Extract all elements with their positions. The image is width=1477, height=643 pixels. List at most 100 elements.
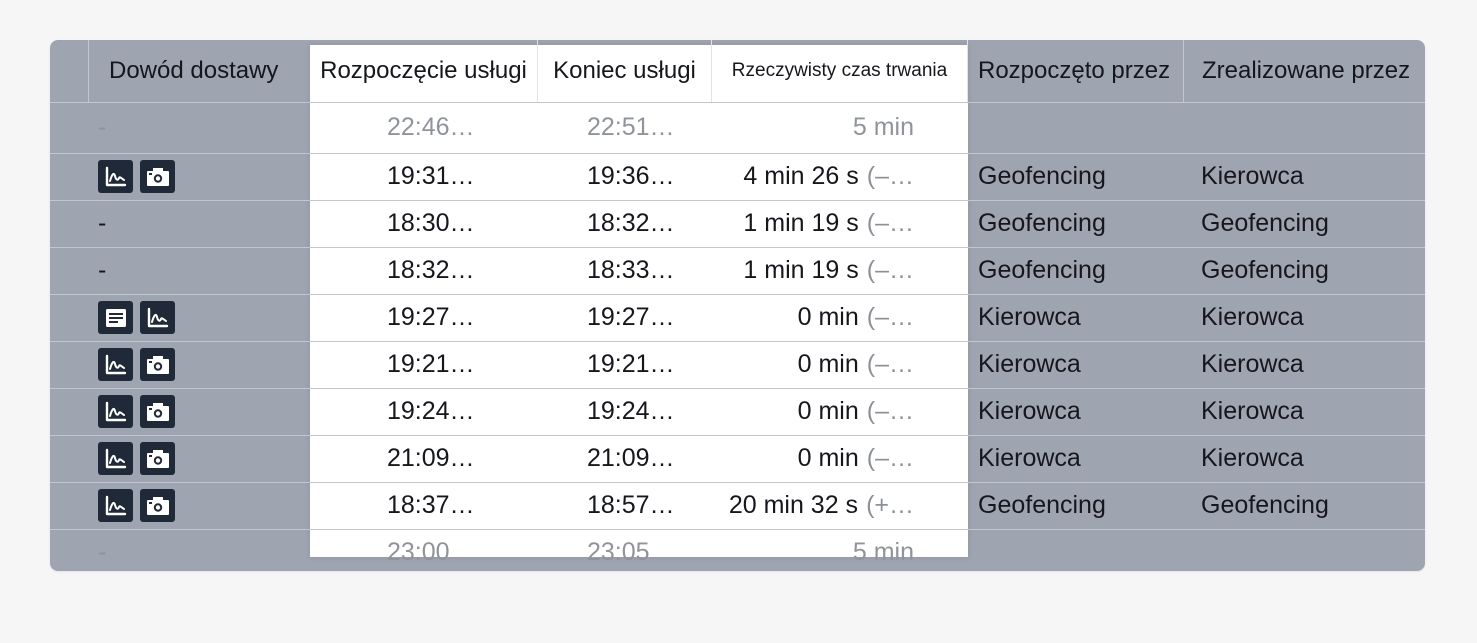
proof-icons: [98, 395, 175, 428]
camera-icon[interactable]: [140, 348, 175, 381]
service-start-cell: 21:09…: [387, 444, 475, 472]
table-row[interactable]: 19:27… 19:27… 0 min (–… Kierowca Kierowca: [50, 294, 1425, 342]
proof-icons: [98, 442, 175, 475]
completed-by-cell: Kierowca: [1201, 303, 1304, 331]
proof-empty-dash: -: [98, 209, 107, 237]
duration-cell: 1 min 19 s (–…: [712, 247, 968, 294]
duration-cell: 0 min (–…: [712, 294, 968, 341]
signature-icon[interactable]: [140, 301, 175, 334]
duration-value: 1 min 19 s: [743, 209, 859, 237]
duration-delta: (–…: [866, 209, 914, 237]
completed-by-cell: Geofencing: [1201, 209, 1329, 237]
started-by-cell: [968, 529, 1183, 571]
duration-cell: 5 min: [712, 102, 968, 153]
duration-cell: 4 min 26 s (–…: [712, 153, 968, 200]
table-row[interactable]: 19:31… 19:36… 4 min 26 s (–… Geofencing Kiero…: [50, 153, 1425, 201]
completed-by-cell: Kierowca: [1201, 350, 1304, 378]
column-header-end[interactable]: Koniec usługi: [538, 40, 712, 102]
duration-delta: (–…: [866, 350, 914, 378]
signature-icon[interactable]: [98, 395, 133, 428]
table-row[interactable]: 18:37… 18:57… 20 min 32 s (+… Geofencing Geof…: [50, 482, 1425, 530]
duration-cell: 1 min 19 s (–…: [712, 200, 968, 247]
completed-by-cell: Geofencing: [1201, 491, 1329, 519]
duration-value: 1 min 19 s: [743, 256, 859, 284]
proof-icons: [98, 160, 175, 193]
note-icon[interactable]: [98, 301, 133, 334]
table-row[interactable]: - 18:32… 18:33… 1 min 19 s (–… Geofencing Geof…: [50, 247, 1425, 295]
duration-value: 5 min: [852, 538, 914, 566]
completed-by-cell: [1183, 102, 1425, 153]
table-header: Dowód dostawy Rozpoczęcie usługi Koniec …: [50, 40, 1425, 103]
column-header-proof[interactable]: Dowód dostawy: [88, 40, 310, 102]
completed-by-cell: Kierowca: [1201, 397, 1304, 425]
proof-cell: -: [88, 529, 310, 571]
duration-cell: 20 min 32 s (+…: [712, 482, 968, 529]
camera-icon[interactable]: [140, 442, 175, 475]
started-by-cell: Geofencing: [978, 209, 1106, 237]
proof-cell: [88, 153, 310, 200]
service-end-cell: 19:36…: [587, 162, 675, 190]
table-row[interactable]: - 22:46… 22:51… 5 min: [50, 102, 1425, 154]
signature-icon[interactable]: [98, 489, 133, 522]
column-header-duration[interactable]: Rzeczywisty czas trwania: [712, 40, 968, 102]
duration-cell: 5 min: [712, 529, 968, 571]
duration-delta: (–…: [866, 444, 914, 472]
duration-value: 0 min: [797, 444, 859, 472]
started-by-cell: Kierowca: [978, 444, 1081, 472]
proof-cell: [88, 388, 310, 435]
column-header-start[interactable]: Rozpoczęcie usługi: [310, 40, 538, 102]
started-by-cell: Kierowca: [978, 397, 1081, 425]
duration-value: 0 min: [797, 397, 859, 425]
camera-icon[interactable]: [140, 489, 175, 522]
duration-delta: (–…: [866, 256, 914, 284]
table-row[interactable]: 21:09… 21:09… 0 min (–… Kierowca Kierowca: [50, 435, 1425, 483]
completed-by-cell: Kierowca: [1201, 444, 1304, 472]
signature-icon[interactable]: [98, 160, 133, 193]
started-by-cell: Kierowca: [978, 303, 1081, 331]
column-header-completed-by[interactable]: Zrealizowane przez: [1183, 40, 1425, 102]
table-row[interactable]: - 18:30… 18:32… 1 min 19 s (–… Geofencing Geof…: [50, 200, 1425, 248]
started-by-cell: Kierowca: [978, 350, 1081, 378]
camera-icon[interactable]: [140, 395, 175, 428]
duration-value: 4 min 26 s: [743, 162, 859, 190]
duration-delta: (–…: [866, 397, 914, 425]
started-by-cell: Geofencing: [978, 491, 1106, 519]
service-start-cell: 19:21…: [387, 350, 475, 378]
signature-icon[interactable]: [98, 348, 133, 381]
service-end-cell: 19:27…: [587, 303, 675, 331]
table-row[interactable]: 19:21… 19:21… 0 min (–… Kierowca Kierowca: [50, 341, 1425, 389]
duration-delta: (+…: [866, 491, 914, 519]
proof-cell: -: [88, 200, 310, 247]
proof-empty-dash: -: [98, 256, 107, 284]
duration-cell: 0 min (–…: [712, 388, 968, 435]
camera-icon[interactable]: [140, 160, 175, 193]
service-end-cell: 21:09…: [587, 444, 675, 472]
service-start-cell: 22:46…: [387, 113, 475, 141]
signature-icon[interactable]: [98, 442, 133, 475]
proof-cell: [88, 294, 310, 341]
proof-icons: [98, 489, 175, 522]
service-start-cell: 18:37…: [387, 491, 475, 519]
duration-value: 5 min: [852, 113, 914, 141]
duration-value: 0 min: [797, 303, 859, 331]
service-start-cell: 23:00: [387, 538, 450, 566]
proof-empty-dash: -: [98, 113, 107, 141]
table-row[interactable]: 19:24… 19:24… 0 min (–… Kierowca Kierowca: [50, 388, 1425, 436]
proof-cell: -: [88, 247, 310, 294]
proof-cell: [88, 341, 310, 388]
service-start-cell: 19:24…: [387, 397, 475, 425]
duration-delta: (–…: [866, 162, 914, 190]
service-end-cell: 18:32…: [587, 209, 675, 237]
service-start-cell: 18:32…: [387, 256, 475, 284]
service-end-cell: 18:33…: [587, 256, 675, 284]
completed-by-cell: Kierowca: [1201, 162, 1304, 190]
started-by-cell: Geofencing: [978, 256, 1106, 284]
proof-cell: [88, 482, 310, 529]
duration-value: 0 min: [797, 350, 859, 378]
completed-by-cell: Geofencing: [1201, 256, 1329, 284]
duration-value: 20 min 32 s: [728, 491, 859, 519]
proof-icons: [98, 301, 175, 334]
table-row[interactable]: - 23:00 23:05 5 min: [50, 529, 1425, 571]
column-header-started-by[interactable]: Rozpoczęto przez: [968, 40, 1183, 102]
service-end-cell: 19:24…: [587, 397, 675, 425]
